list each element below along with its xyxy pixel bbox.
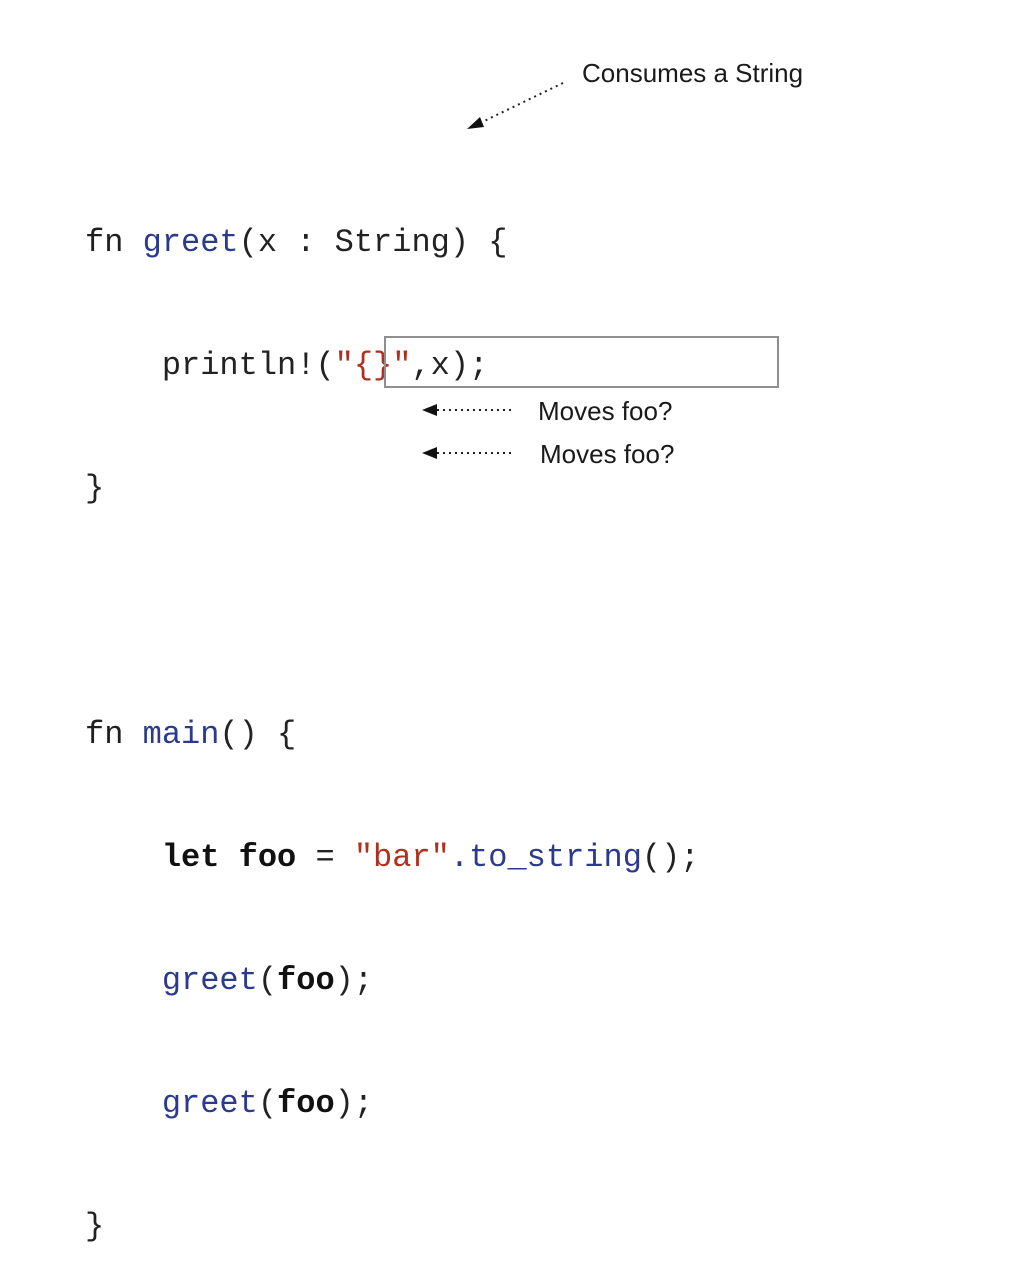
greet-call-open-1: ( — [257, 962, 278, 999]
greet-call-name-2: greet — [161, 1085, 258, 1122]
let-line: let foo = "bar".to_string(); — [85, 837, 700, 878]
foo-variable: foo — [238, 839, 297, 876]
greet-call-arg-1: foo — [277, 962, 335, 999]
greet-call-close-2: ); — [334, 1085, 374, 1122]
to-string-method: .to_string — [449, 839, 642, 876]
greet-call-line-1: greet(foo); — [85, 960, 700, 1001]
annotation-arrows — [422, 82, 564, 459]
greet-call-line-2: greet(foo); — [85, 1083, 700, 1124]
consumes-arrow — [467, 82, 564, 129]
method-call-end: (); — [641, 839, 700, 876]
consumes-annotation: Consumes a String — [582, 58, 804, 88]
moves-annotation-2: Moves foo? — [540, 439, 675, 469]
greet-call-close-1: ); — [334, 962, 374, 999]
greet-call-open-2: ( — [257, 1085, 278, 1122]
bar-string-literal: "bar" — [353, 839, 450, 876]
moves-annotation-1: Moves foo? — [538, 396, 673, 426]
greet-call-arg-2: foo — [277, 1085, 335, 1122]
main-close-brace: } — [85, 1208, 105, 1245]
moves-arrow-1 — [422, 404, 512, 416]
main-close-line: } — [85, 1206, 700, 1247]
assign-operator: = — [296, 839, 354, 876]
let-keyword: let — [161, 839, 220, 876]
moves-arrow-2 — [422, 447, 514, 459]
greet-call-name-1: greet — [161, 962, 258, 999]
